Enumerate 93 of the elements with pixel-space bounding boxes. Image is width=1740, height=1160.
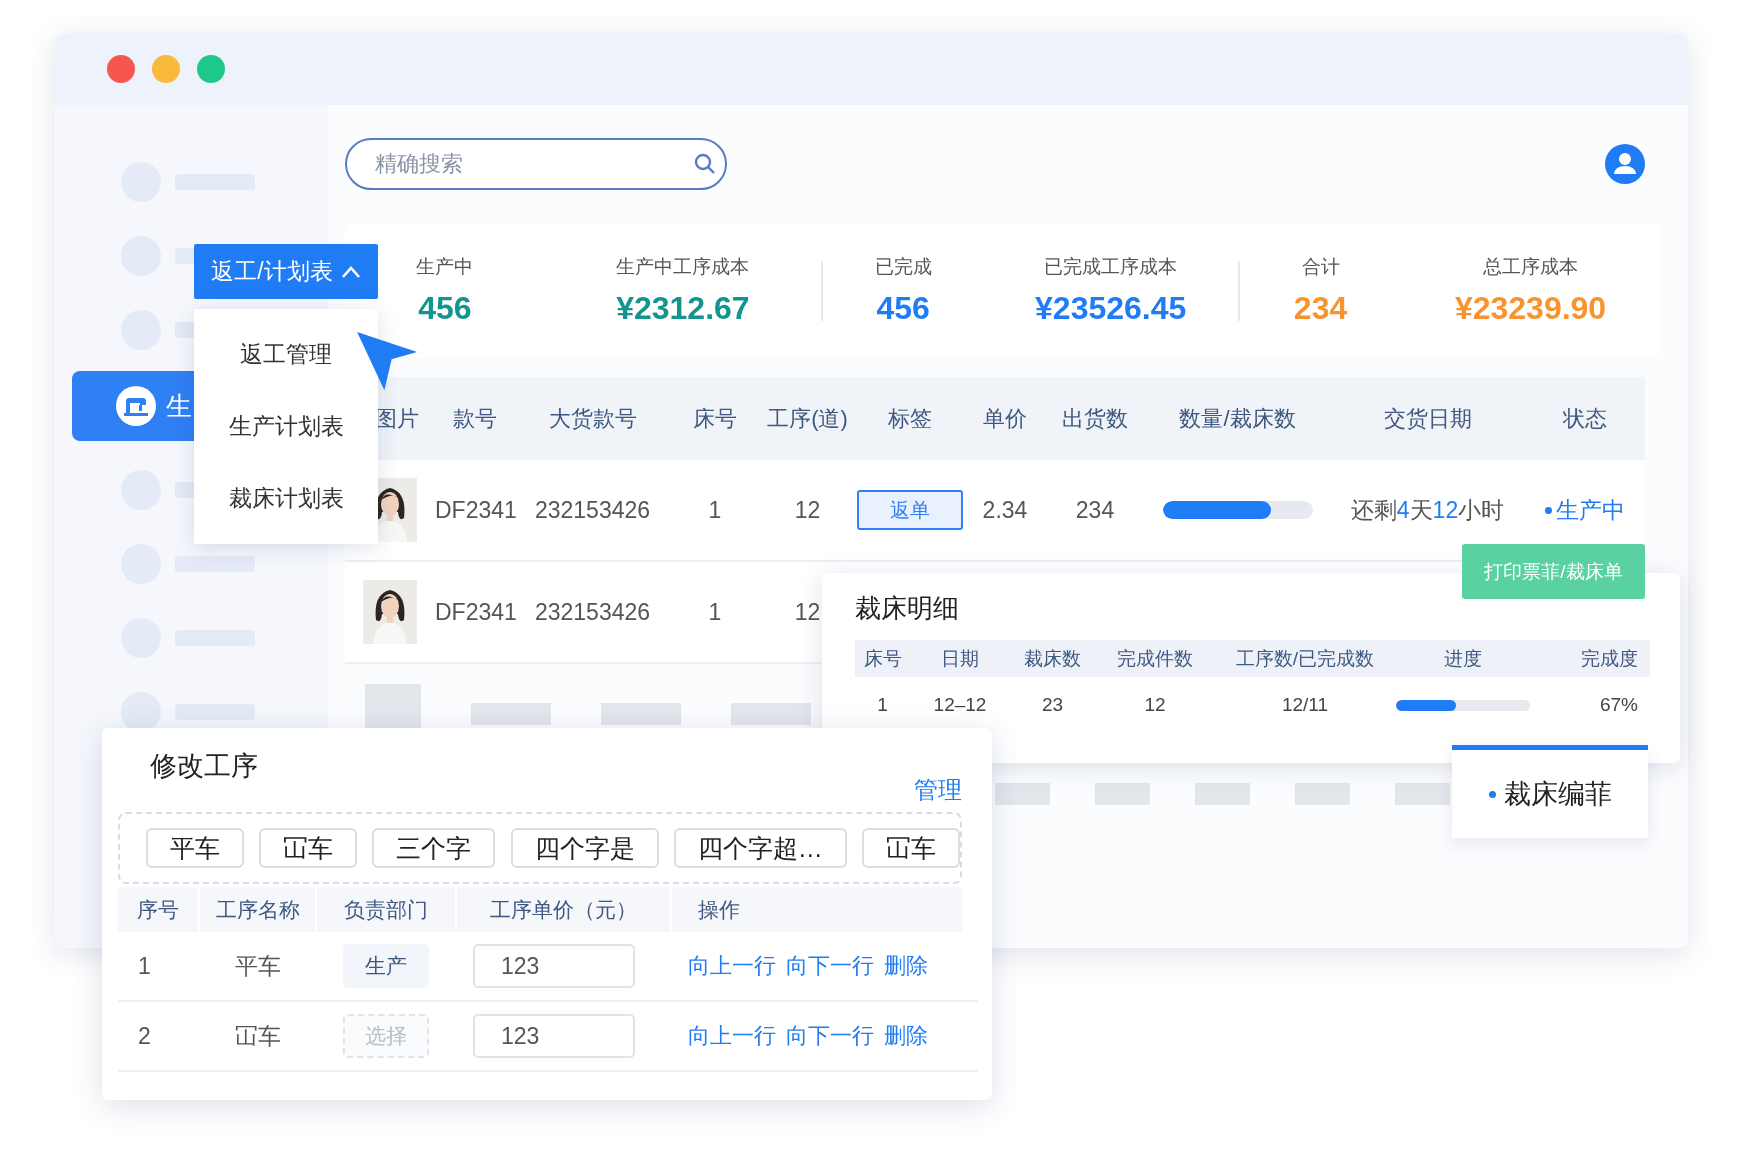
- menu-item[interactable]: 返工管理: [240, 339, 332, 371]
- due-time: 还剩4天12小时: [1349, 495, 1506, 525]
- action-link[interactable]: 删除: [884, 951, 928, 981]
- column-header: 裁床数: [1023, 646, 1082, 671]
- placeholder-bar: [1095, 783, 1150, 805]
- action-link[interactable]: 向下一行: [786, 1021, 874, 1051]
- column-header: 序号: [118, 887, 198, 932]
- action-link[interactable]: 向上一行: [688, 1021, 776, 1051]
- table-cell-text: 12: [1143, 694, 1167, 716]
- stat-label: 合计: [1301, 255, 1340, 279]
- popup-title: 裁床明细: [855, 592, 960, 625]
- table-cell-text: 67%: [1598, 694, 1639, 716]
- user-avatar-icon[interactable]: [1605, 144, 1645, 184]
- stat-label: 生产中: [416, 255, 474, 279]
- column-header: 床号: [862, 646, 903, 671]
- process-chip[interactable]: 四个字超…: [673, 828, 847, 868]
- column-header: 出货数: [1061, 404, 1129, 433]
- column-header: 完成件数: [1116, 646, 1194, 671]
- price-field[interactable]: 123: [473, 1014, 635, 1058]
- table-cell-text: 12–12: [932, 694, 988, 716]
- table-cell-text: 23: [1040, 694, 1065, 716]
- table-cell-text: 232153426: [533, 598, 652, 626]
- menu-item[interactable]: 裁床计划表: [228, 482, 344, 514]
- column-header: 日期: [940, 646, 980, 671]
- search-field[interactable]: 精确搜索: [345, 138, 727, 190]
- table-cell-text: 1: [707, 496, 723, 524]
- panel-title: 修改工序: [150, 750, 258, 783]
- stat-label: 生产中工序成本: [616, 255, 750, 279]
- column-header: 工序数/已完成数: [1234, 646, 1376, 671]
- stat-value: ¥23526.45: [1035, 290, 1187, 327]
- table-cell-text: 232153426: [533, 496, 652, 524]
- caret-icon: [340, 264, 361, 279]
- placeholder-bar: [995, 783, 1050, 805]
- action-link[interactable]: 向上一行: [688, 951, 776, 981]
- column-header: 进度: [1442, 646, 1483, 671]
- table-cell: DF2341: [435, 496, 515, 524]
- table-cell-text: 1: [707, 598, 723, 626]
- sidebar-item-label: 生: [166, 389, 192, 423]
- process-chip[interactable]: 冚车: [861, 828, 960, 868]
- column-header: 标签: [887, 404, 933, 433]
- tab[interactable]: 裁床编菲: [1452, 745, 1648, 838]
- placeholder-bar: [1295, 783, 1350, 805]
- process-chip[interactable]: 平车: [146, 828, 244, 868]
- search-icon[interactable]: [693, 152, 717, 176]
- tag: 返单: [857, 490, 963, 530]
- manage-link[interactable]: 管理: [914, 774, 962, 806]
- sewing-machine-icon: [116, 386, 156, 426]
- column-header: 大货款号: [547, 404, 638, 433]
- minimize-dot[interactable]: [152, 55, 180, 83]
- column-header: 工序名称: [200, 887, 315, 932]
- stat-value: 456: [418, 290, 472, 327]
- table-cell-text: 2: [137, 1022, 152, 1050]
- table-cell-text: 冚车: [233, 1021, 282, 1051]
- table-cell-text: 12/11: [1280, 694, 1330, 716]
- table-cell: DF2341: [435, 598, 515, 626]
- table-cell-text: 1: [876, 694, 889, 716]
- stat-value: ¥2312.67: [616, 290, 750, 327]
- stat-value: 456: [876, 290, 930, 327]
- column-header: 状态: [1562, 404, 1608, 433]
- column-header: 完成度: [1580, 646, 1639, 671]
- stat-label: 已完成: [874, 255, 932, 279]
- table-cell-text: 234: [1074, 496, 1116, 524]
- stat-label: 总工序成本: [1483, 255, 1578, 279]
- department-select[interactable]: 生产: [343, 944, 429, 988]
- status-label: 生产中: [1556, 495, 1625, 525]
- action-link[interactable]: 删除: [884, 1021, 928, 1051]
- table-cell-text: 平车: [233, 951, 282, 981]
- stat-value: ¥23239.90: [1454, 290, 1607, 327]
- column-header: 交货日期: [1382, 404, 1473, 433]
- column-header: 款号: [452, 404, 498, 433]
- process-chip[interactable]: 四个字是: [510, 828, 659, 868]
- process-chip[interactable]: 冚车: [259, 828, 358, 868]
- column-header: 工序单价（元）: [457, 887, 670, 932]
- column-header: 单价: [982, 404, 1028, 433]
- action-link[interactable]: 向下一行: [786, 951, 874, 981]
- price-field[interactable]: 123: [473, 944, 635, 988]
- stat-value: 234: [1293, 290, 1348, 327]
- column-header: 操作: [672, 887, 962, 932]
- maximize-dot[interactable]: [197, 55, 225, 83]
- placeholder-bar: [1395, 783, 1450, 805]
- column-header: 数量/裁床数: [1178, 404, 1297, 433]
- column-header: 负责部门: [317, 887, 455, 932]
- close-dot[interactable]: [107, 55, 135, 83]
- process-chip[interactable]: 三个字: [372, 828, 496, 868]
- table-cell-text: 2.34: [981, 496, 1029, 524]
- dropdown-button[interactable]: 返工/计划表: [194, 244, 378, 299]
- placeholder-bar: [1195, 783, 1250, 805]
- table-cell-text: 12: [793, 496, 822, 524]
- column-header: 工序(道): [766, 404, 849, 433]
- column-header: 床号: [692, 404, 738, 433]
- stat-label: 已完成工序成本: [1044, 255, 1178, 279]
- table-cell-text: 12: [793, 598, 822, 626]
- table-cell-text: 1: [137, 952, 152, 980]
